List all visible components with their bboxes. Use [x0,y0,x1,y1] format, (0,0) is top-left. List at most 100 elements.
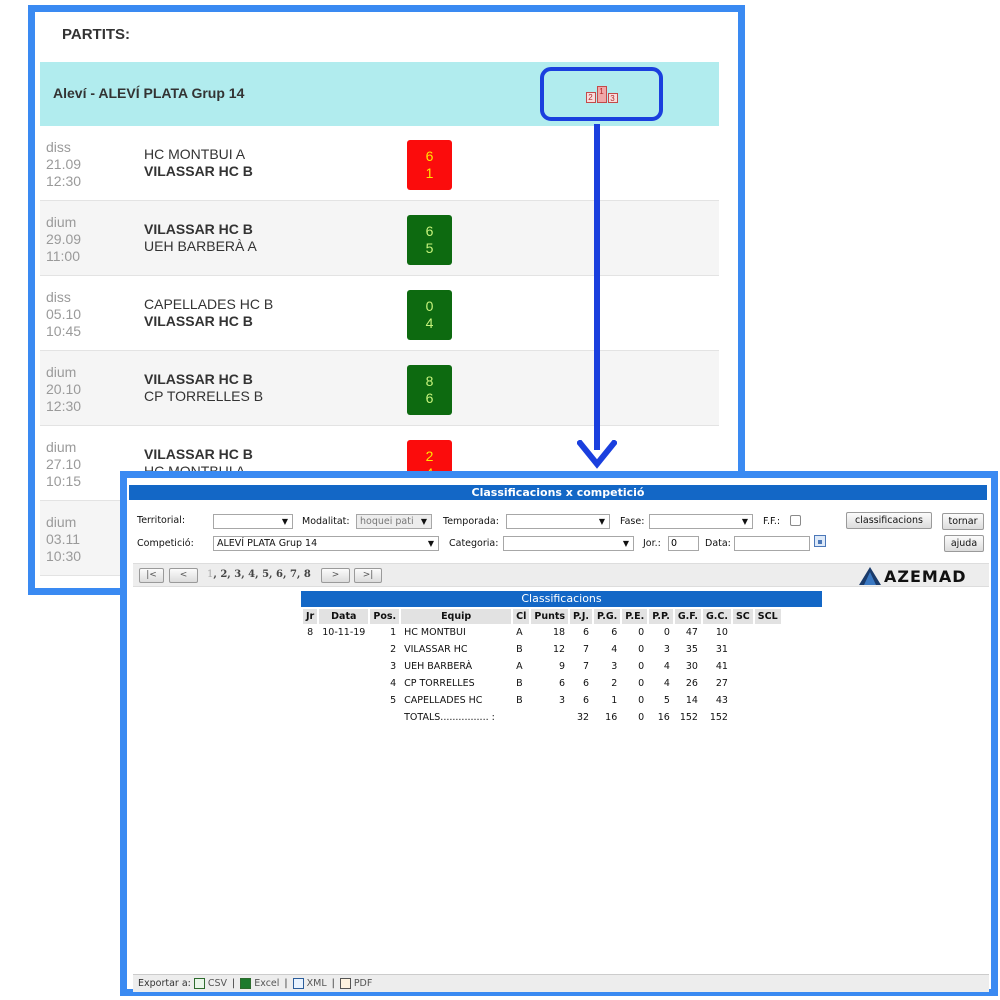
table-cell: 4 [663,678,670,689]
match-datetime: dium 03.11 10:30 [46,514,81,565]
table-cell: 5 [663,695,670,706]
column-header: P.P. [649,609,673,624]
match-teams: VILASSAR HC B CP TORRELLES B [144,371,263,405]
column-header: G.F. [674,609,701,624]
table-cell [733,658,753,675]
table-cell: 31 [715,644,728,655]
match-row[interactable]: diss 21.09 12:30 HC MONTBUI A VILASSAR HC B 6… [40,126,719,201]
table-cell: 0 [663,627,670,638]
table-cell: 3 [559,695,566,706]
calendar-icon[interactable] [814,535,826,547]
xml-icon[interactable] [292,978,304,989]
match-datetime: dium 27.10 10:15 [46,439,81,490]
match-teams: VILASSAR HC B UEH BARBERÀ A [144,221,257,255]
match-date: 21.09 [46,156,82,172]
data-label: Data: [705,538,731,549]
table-cell: 5 [390,695,397,706]
pdf-icon[interactable] [339,978,351,989]
page-links[interactable]: , 2, 3, 4, 5, 6, 7, 8 [213,569,310,580]
export-csv-link[interactable]: CSV [208,975,227,992]
table-cell: B [516,678,523,689]
table-cell: 3 [663,644,670,655]
temporada-label: Temporada: [443,516,499,527]
table-cell: 16 [657,712,670,723]
next-page-button[interactable]: > [321,568,350,583]
match-row[interactable]: dium 29.09 11:00 VILASSAR HC B UEH BARBERÀ A… [40,201,719,276]
table-cell: 0 [638,678,645,689]
export-xml-link[interactable]: XML [307,975,327,992]
ajuda-button[interactable]: ajuda [944,535,984,552]
column-header: Jr [303,609,318,624]
table-cell: 0 [638,712,645,723]
table-cell: 27 [715,678,728,689]
table-cell: A [516,627,523,638]
categoria-select[interactable]: ▼ [503,536,634,551]
table-cell: 4 [390,678,397,689]
table-cell: 32 [576,712,590,723]
match-day: diss [46,139,71,155]
column-header: Punts [531,609,569,624]
fase-select[interactable]: ▼ [649,514,753,529]
match-day: dium [46,514,77,530]
tornar-button[interactable]: tornar [942,513,984,530]
window-title: Classificacions x competició [129,485,987,500]
chevron-down-icon: ▼ [741,517,748,526]
table-cell: CP TORRELLES [404,678,475,689]
match-away-team: UEH BARBERÀ A [144,238,257,254]
prev-page-button[interactable]: < [169,568,198,583]
table-cell: UEH BARBERÀ [404,661,473,672]
match-time: 11:00 [46,248,80,264]
ff-checkbox[interactable] [790,515,801,526]
table-cell: 2 [390,644,397,655]
table-cell: 6 [582,678,590,689]
arrow-shaft [594,124,600,450]
table-header-row: Jr Data Pos. Equip Cl Punts P.J. P.G. P.E. P.P. G.… [303,609,781,624]
export-pdf-link[interactable]: PDF [354,975,373,992]
table-cell: 3 [390,661,397,672]
territorial-select[interactable]: ▼ [213,514,293,529]
table-cell: 9 [559,661,566,672]
csv-icon[interactable] [193,978,205,989]
table-cell: 30 [685,661,698,672]
territorial-label: Territorial: [137,515,186,526]
last-page-button[interactable]: >| [354,568,382,583]
table-cell [319,641,368,658]
categoria-label: Categoria: [449,538,499,549]
table-cell [531,709,568,726]
first-page-button[interactable]: |< [139,568,164,583]
temporada-select[interactable]: ▼ [506,514,610,529]
table-cell: 152 [709,712,728,723]
data-input[interactable] [734,536,810,551]
table-cell: VILASSAR HC [404,644,468,655]
classificacions-button[interactable]: classificacions [846,512,932,529]
match-away-score: 4 [425,315,434,331]
excel-icon[interactable] [240,978,252,989]
chevron-down-icon: ▼ [420,517,427,526]
match-home-score: 2 [425,448,434,464]
match-row[interactable]: dium 20.10 12:30 VILASSAR HC B CP TORRELLES … [40,351,719,426]
table-cell: 4 [611,644,618,655]
standings-button[interactable]: 213 [540,67,663,121]
match-date: 03.11 [46,531,80,547]
jor-input[interactable]: 0 [668,536,699,551]
chevron-down-icon: ▼ [427,539,434,548]
table-cell: 6 [582,695,590,706]
table-cell [755,641,781,658]
table-cell [755,692,781,709]
table-cell: 35 [685,644,698,655]
group-name: Aleví - ALEVÍ PLATA Grup 14 [53,85,245,101]
match-time: 12:30 [46,173,82,189]
table-cell [755,658,781,675]
table-row: TOTALS................ : 32 16 0 16 152 152 [303,709,781,726]
jor-label: Jor.: [643,538,661,549]
modalitat-select[interactable]: hoquei pati ▼ [356,514,432,529]
table-cell: HC MONTBUI [404,627,466,638]
competicio-select[interactable]: ALEVÍ PLATA Grup 14 ▼ [213,536,439,551]
page-numbers: 1, 2, 3, 4, 5, 6, 7, 8 [207,569,311,580]
export-excel-link[interactable]: Excel [254,975,279,992]
partits-title: PARTITS: [62,26,131,43]
match-away-score: 1 [425,165,434,181]
table-cell: B [516,695,523,706]
table-cell [319,658,368,675]
match-row[interactable]: diss 05.10 10:45 CAPELLADES HC B VILASSAR HC… [40,276,719,351]
